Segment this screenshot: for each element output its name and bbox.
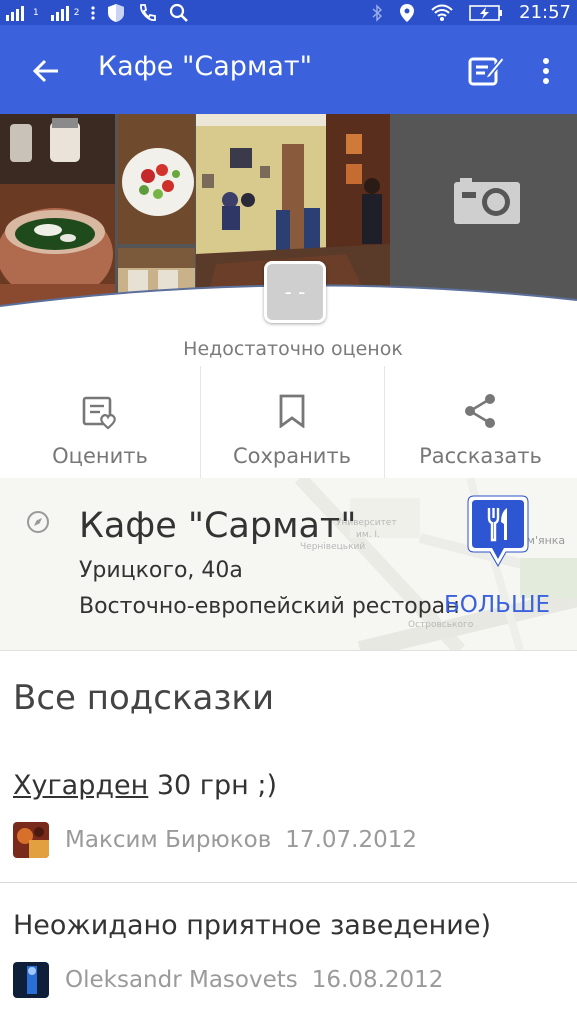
back-button[interactable] (22, 47, 70, 95)
venue-address: Урицкого, 40а (79, 558, 243, 583)
phone-call-icon (137, 3, 157, 23)
venue-info-card[interactable]: Университет им. І. Чернівецький Ом'янка … (0, 478, 577, 651)
camera-icon (454, 178, 520, 224)
share-icon (464, 394, 495, 428)
save-label: Сохранить (232, 444, 352, 468)
app-bar: Кафе "Сармат" (0, 25, 577, 114)
signal-sim2-icon: 2 (50, 5, 80, 21)
status-bar: 1 2 21:57 (0, 0, 577, 25)
tip-text: Неожидано приятное заведение) (13, 910, 491, 941)
search-status-icon (169, 3, 189, 23)
battery-charging-icon (469, 4, 503, 22)
avatar[interactable] (13, 962, 49, 998)
venue-category: Восточно-европейский ресторан (79, 594, 460, 619)
tip-divider (0, 882, 577, 883)
sim2-label: 2 (73, 7, 80, 18)
map-label: Островського (408, 620, 474, 630)
rating-note: Недостаточно оценок (183, 338, 403, 360)
share-button[interactable]: Рассказать (384, 366, 577, 478)
tip-date: 17.07.2012 (285, 827, 417, 853)
more-link[interactable]: БОЛЬШЕ (444, 592, 550, 618)
tip-author[interactable]: Oleksandr Masovets (65, 967, 298, 993)
photo-salad[interactable] (118, 114, 195, 244)
tip-text: Хугарден 30 грн ;) (13, 770, 277, 801)
tip-item[interactable]: Хугарден 30 грн ;) Максим Бирюков 17.07.… (0, 760, 577, 880)
map-label: им. І. (356, 530, 380, 540)
tip-item[interactable]: Неожидано приятное заведение) Oleksandr … (0, 900, 577, 1020)
bookmark-icon (279, 394, 305, 428)
overflow-dots-icon (91, 5, 96, 21)
tip-date: 16.08.2012 (311, 967, 444, 993)
shield-icon (107, 3, 125, 23)
wifi-icon (431, 4, 453, 22)
tip-author[interactable]: Максим Бирюков (65, 827, 271, 853)
more-options-button[interactable] (528, 49, 564, 93)
save-button[interactable]: Сохранить (200, 366, 384, 478)
rating-badge: - - (264, 261, 326, 323)
status-time: 21:57 (519, 2, 571, 23)
restaurant-pin-icon[interactable] (466, 494, 530, 570)
tip-meta: Максим Бирюков 17.07.2012 (13, 822, 417, 858)
back-arrow-icon (32, 59, 58, 83)
tip-body: 30 грн ;) (148, 770, 277, 801)
action-row: Оценить Сохранить Рассказать (0, 366, 577, 479)
page-title: Кафе "Сармат" (98, 51, 313, 82)
signal-sim1-icon: 1 (6, 5, 39, 21)
rate-button[interactable]: Оценить (0, 366, 200, 478)
edit-button[interactable] (464, 49, 508, 93)
tip-linked-venue[interactable]: Хугарден (13, 770, 148, 801)
sim1-label: 1 (33, 7, 39, 18)
avatar[interactable] (13, 822, 49, 858)
bluetooth-icon (371, 3, 383, 22)
tip-meta: Oleksandr Masovets 16.08.2012 (13, 962, 443, 998)
location-icon (399, 3, 415, 23)
tips-section-title: Все подсказки (13, 678, 275, 718)
more-vert-icon (543, 58, 549, 84)
compass-icon (27, 511, 49, 533)
share-label: Рассказать (419, 444, 542, 468)
venue-name: Кафе "Сармат" (79, 506, 357, 546)
rate-icon (82, 396, 116, 430)
rate-label: Оценить (52, 444, 148, 468)
edit-note-icon (468, 55, 505, 86)
